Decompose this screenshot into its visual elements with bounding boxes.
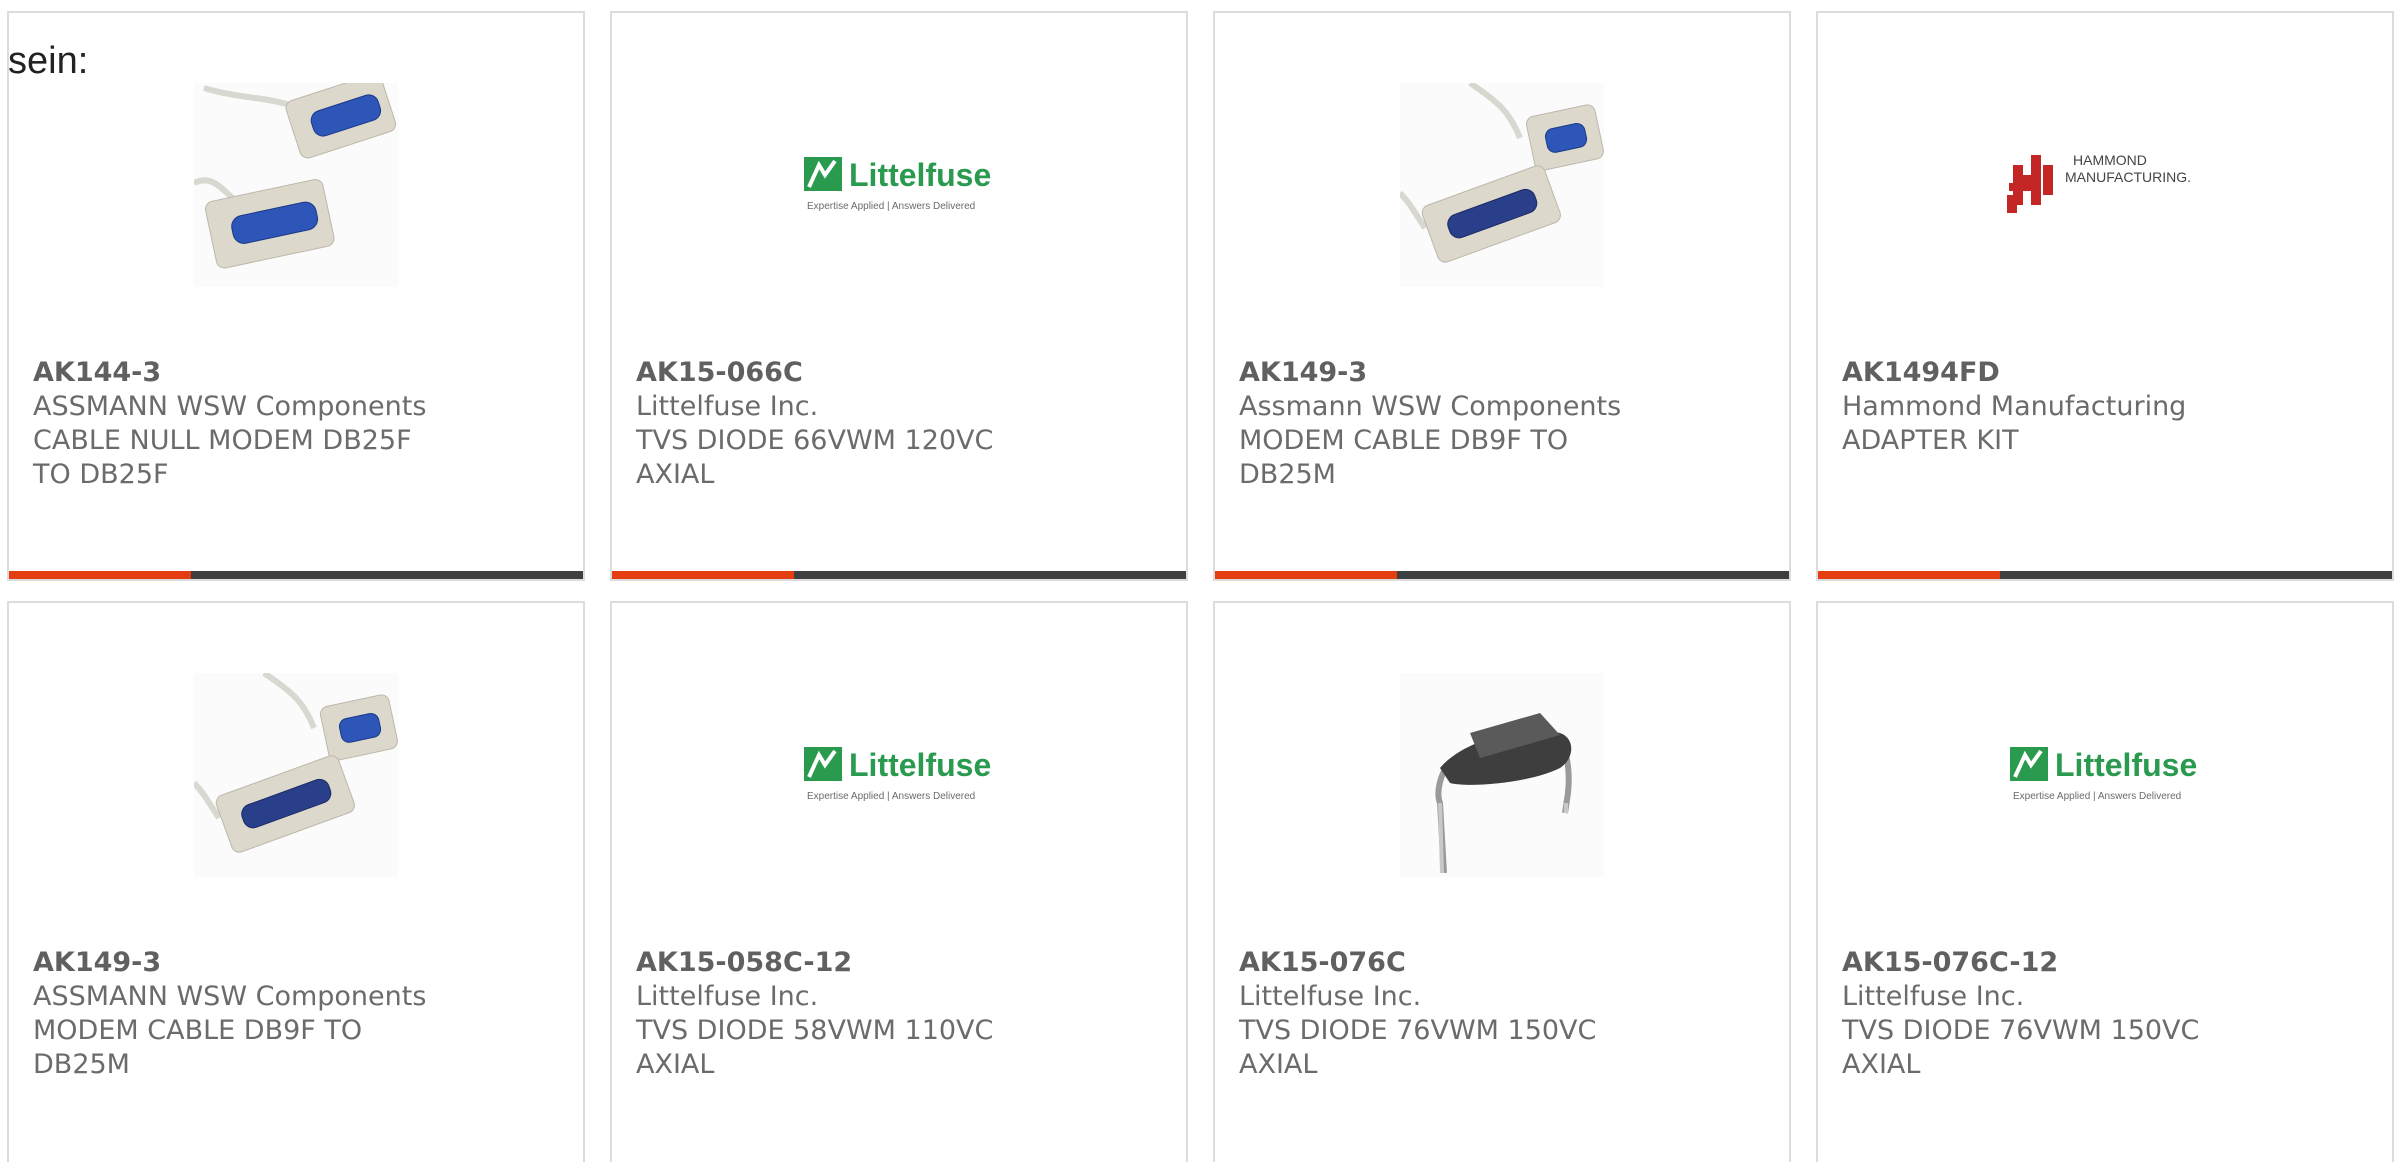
- product-grid: AK144-3 ASSMANN WSW Components CABLE NULL …: [7, 11, 2400, 1162]
- hammond-logo: HAMMOND MANUFACTURING.: [2007, 152, 2191, 213]
- part-number[interactable]: AK15-076C: [1239, 946, 1649, 980]
- product-info: AK15-076C Littelfuse Inc. TVS DIODE 76VWM …: [1239, 946, 1649, 1082]
- product-info: AK15-076C-12 Littelfuse Inc. TVS DIODE 76V…: [1842, 946, 2252, 1082]
- card-progress-bar: [1215, 571, 1789, 579]
- product-card[interactable]: Littelfuse Expertise Applied | Answers D…: [610, 11, 1188, 581]
- svg-text:Littelfuse: Littelfuse: [849, 747, 991, 783]
- product-card[interactable]: AK15-076C Littelfuse Inc. TVS DIODE 76VWM …: [1213, 601, 1791, 1162]
- product-card[interactable]: AK149-3 Assmann WSW Components MODEM CABLE…: [1213, 11, 1791, 581]
- card-progress-bar: [612, 571, 1186, 579]
- product-info: AK1494FD Hammond Manufacturing ADAPTER KIT: [1842, 356, 2252, 458]
- product-info: AK149-3 Assmann WSW Components MODEM CABLE…: [1239, 356, 1649, 492]
- svg-text:Expertise Applied | Answers De: Expertise Applied | Answers Delivered: [807, 201, 975, 212]
- card-progress-fill: [1215, 571, 1397, 579]
- littelfuse-logo: Littelfuse Expertise Applied | Answers D…: [2010, 747, 2197, 802]
- page: sein: AK144-3 ASSMANN WSW Components CABLE…: [0, 0, 2400, 1162]
- manufacturer: ASSMANN WSW Components: [33, 391, 427, 422]
- product-image[interactable]: [194, 673, 398, 877]
- product-info: AK15-058C-12 Littelfuse Inc. TVS DIODE 58V…: [636, 946, 1046, 1082]
- manufacturer: Littelfuse Inc.: [636, 981, 819, 1012]
- description: ADAPTER KIT: [1842, 425, 2019, 456]
- svg-text:HAMMOND: HAMMOND: [2073, 152, 2147, 168]
- manufacturer: Littelfuse Inc.: [1842, 981, 2025, 1012]
- product-image[interactable]: HAMMOND MANUFACTURING.: [2003, 83, 2207, 287]
- db25f-cable-icon: [194, 83, 398, 287]
- svg-text:Expertise Applied | Answers De: Expertise Applied | Answers Delivered: [2013, 791, 2181, 802]
- product-row: AK144-3 ASSMANN WSW Components CABLE NULL …: [7, 11, 2400, 581]
- description: CABLE NULL MODEM DB25F TO DB25F: [33, 425, 412, 490]
- product-image[interactable]: [1400, 673, 1604, 877]
- description: MODEM CABLE DB9F TO DB25M: [1239, 425, 1569, 490]
- part-number[interactable]: AK15-066C: [636, 356, 1046, 390]
- product-info: AK149-3 ASSMANN WSW Components MODEM CABLE…: [33, 946, 443, 1082]
- part-number[interactable]: AK144-3: [33, 356, 443, 390]
- description: MODEM CABLE DB9F TO DB25M: [33, 1015, 363, 1080]
- description: TVS DIODE 58VWM 110VC AXIAL: [636, 1015, 994, 1080]
- db9-db25-cable-icon: [1400, 83, 1604, 287]
- description: TVS DIODE 76VWM 150VC AXIAL: [1842, 1015, 2200, 1080]
- product-row: AK149-3 ASSMANN WSW Components MODEM CABLE…: [7, 601, 2400, 1162]
- part-number[interactable]: AK1494FD: [1842, 356, 2252, 390]
- tvs-diode-icon: [1400, 673, 1604, 877]
- product-image[interactable]: Littelfuse Expertise Applied | Answers D…: [797, 673, 1001, 877]
- manufacturer: Littelfuse Inc.: [1239, 981, 1422, 1012]
- product-card[interactable]: AK149-3 ASSMANN WSW Components MODEM CABLE…: [7, 601, 585, 1162]
- db9-db25-cable-icon: [194, 673, 398, 877]
- manufacturer: ASSMANN WSW Components: [33, 981, 427, 1012]
- product-info: AK144-3 ASSMANN WSW Components CABLE NULL …: [33, 356, 443, 492]
- product-image[interactable]: [194, 83, 398, 287]
- product-card[interactable]: Littelfuse Expertise Applied | Answers D…: [1816, 601, 2394, 1162]
- svg-text:Littelfuse: Littelfuse: [2055, 747, 2197, 783]
- product-image[interactable]: Littelfuse Expertise Applied | Answers D…: [797, 83, 1001, 287]
- intro-text: sein:: [8, 40, 89, 82]
- product-card[interactable]: Littelfuse Expertise Applied | Answers D…: [610, 601, 1188, 1162]
- product-card[interactable]: HAMMOND MANUFACTURING. AK1494FD Hammond M…: [1816, 11, 2394, 581]
- card-progress-fill: [9, 571, 191, 579]
- product-card[interactable]: AK144-3 ASSMANN WSW Components CABLE NULL …: [7, 11, 585, 581]
- product-image[interactable]: Littelfuse Expertise Applied | Answers D…: [2003, 673, 2207, 877]
- part-number[interactable]: AK149-3: [33, 946, 443, 980]
- description: TVS DIODE 76VWM 150VC AXIAL: [1239, 1015, 1597, 1080]
- product-image[interactable]: [1400, 83, 1604, 287]
- littelfuse-logo: Littelfuse Expertise Applied | Answers D…: [804, 747, 991, 802]
- svg-text:Littelfuse: Littelfuse: [849, 157, 991, 193]
- manufacturer: Hammond Manufacturing: [1842, 391, 2187, 422]
- description: TVS DIODE 66VWM 120VC AXIAL: [636, 425, 994, 490]
- product-info: AK15-066C Littelfuse Inc. TVS DIODE 66VWM …: [636, 356, 1046, 492]
- manufacturer: Littelfuse Inc.: [636, 391, 819, 422]
- card-progress-bar: [9, 571, 583, 579]
- card-progress-fill: [1818, 571, 2000, 579]
- part-number[interactable]: AK149-3: [1239, 356, 1649, 390]
- littelfuse-logo: Littelfuse Expertise Applied | Answers D…: [804, 157, 991, 212]
- part-number[interactable]: AK15-076C-12: [1842, 946, 2252, 980]
- card-progress-bar: [1818, 571, 2392, 579]
- svg-text:Expertise Applied | Answers De: Expertise Applied | Answers Delivered: [807, 791, 975, 802]
- svg-text:MANUFACTURING.: MANUFACTURING.: [2065, 169, 2191, 185]
- manufacturer: Assmann WSW Components: [1239, 391, 1622, 422]
- part-number[interactable]: AK15-058C-12: [636, 946, 1046, 980]
- card-progress-fill: [612, 571, 794, 579]
